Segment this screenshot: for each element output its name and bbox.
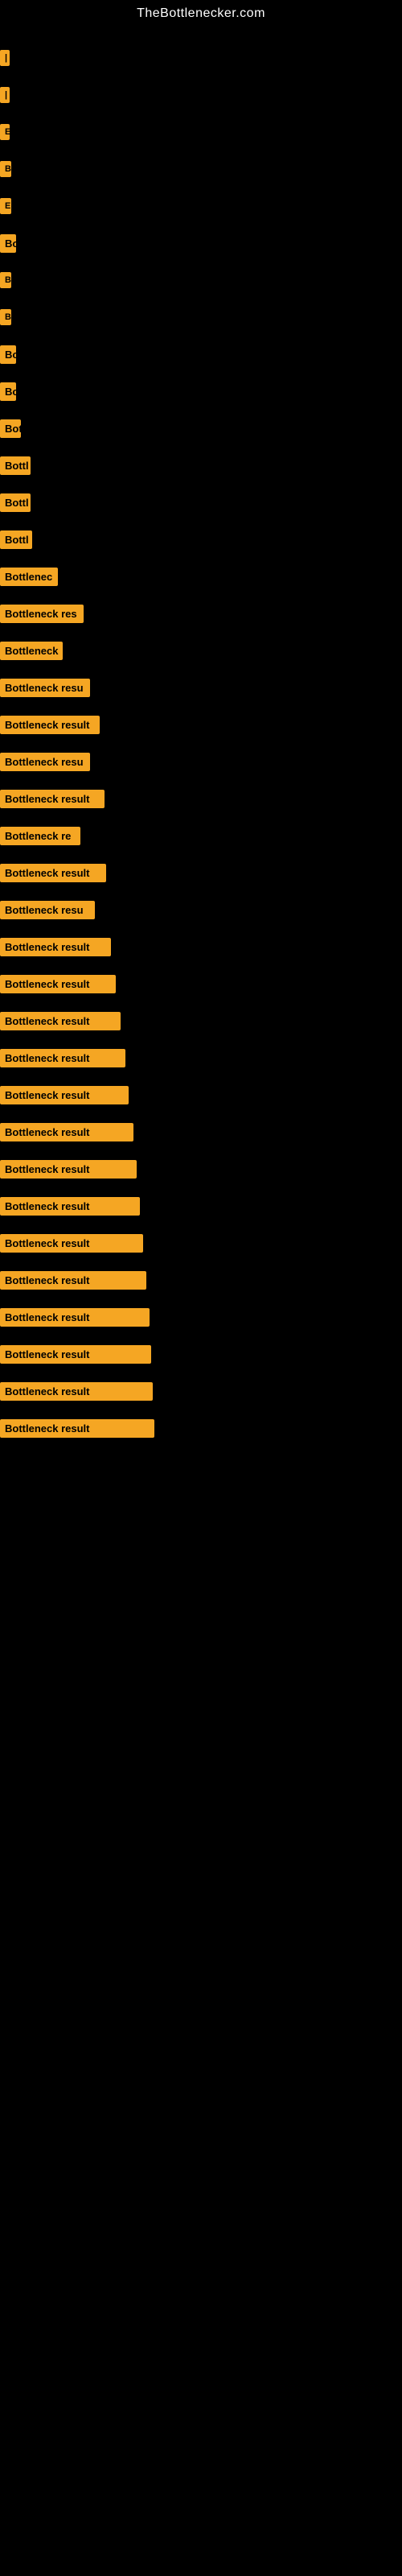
- bar-row: Bottleneck resu: [0, 892, 402, 927]
- bar-row: Bottleneck result: [0, 1262, 402, 1298]
- bar-row: Bottleneck result: [0, 1336, 402, 1372]
- bar-label: B: [0, 272, 11, 288]
- bar-row: Bottleneck result: [0, 1040, 402, 1075]
- bar-label: Bottleneck result: [0, 1419, 154, 1438]
- bar-label: Bottleneck result: [0, 790, 105, 808]
- bar-label: Bottleneck resu: [0, 679, 90, 697]
- bar-row: Bottleneck result: [0, 1077, 402, 1113]
- bar-label: Bottleneck result: [0, 1234, 143, 1253]
- bar-label: Bottleneck re: [0, 827, 80, 845]
- bar-label: Bottleneck result: [0, 716, 100, 734]
- bar-row: Bo: [0, 225, 402, 261]
- bar-row: Bottl: [0, 448, 402, 483]
- bar-row: |: [0, 77, 402, 113]
- bar-row: E: [0, 114, 402, 150]
- bar-label: Bo: [0, 345, 16, 364]
- bar-label: Bottleneck result: [0, 1271, 146, 1290]
- bar-row: |: [0, 40, 402, 76]
- bar-row: Bottleneck result: [0, 1114, 402, 1150]
- bar-label: Bottleneck result: [0, 1086, 129, 1104]
- bars-container: | | E B E Bo B B Bo Bo Bot Bottl Bottl Bottl Bottlenec…: [0, 24, 402, 1447]
- bar-label: Bottleneck result: [0, 1345, 151, 1364]
- bar-row: E: [0, 188, 402, 224]
- bar-label: Bot: [0, 419, 21, 438]
- bar-label: Bottleneck res: [0, 605, 84, 623]
- site-title: TheBottlenecker.com: [0, 0, 402, 24]
- bar-row: Bottleneck result: [0, 1373, 402, 1409]
- bar-row: Bottleneck result: [0, 1410, 402, 1446]
- bar-row: Bottleneck result: [0, 1188, 402, 1224]
- bar-label: Bottleneck result: [0, 1049, 125, 1067]
- bar-row: Bottleneck result: [0, 781, 402, 816]
- bar-row: Bottlenec: [0, 559, 402, 594]
- bar-label: Bo: [0, 382, 16, 401]
- bar-row: Bo: [0, 336, 402, 372]
- bar-label: Bottleneck result: [0, 1308, 150, 1327]
- bar-row: Bottleneck result: [0, 966, 402, 1001]
- bar-label: Bo: [0, 234, 16, 253]
- bar-label: Bottleneck result: [0, 1382, 153, 1401]
- bar-row: Bottleneck result: [0, 929, 402, 964]
- bar-row: Bottleneck res: [0, 596, 402, 631]
- bar-label: B: [0, 309, 11, 325]
- bar-label: Bottlenec: [0, 568, 58, 586]
- bar-row: Bottleneck result: [0, 707, 402, 742]
- bar-label: Bottleneck: [0, 642, 63, 660]
- bar-label: E: [0, 198, 11, 214]
- bar-row: Bottl: [0, 522, 402, 557]
- bar-label: Bottl: [0, 456, 31, 475]
- bar-row: Bottleneck result: [0, 1225, 402, 1261]
- bar-row: Bottleneck result: [0, 855, 402, 890]
- bar-label: Bottleneck result: [0, 975, 116, 993]
- bar-label: B: [0, 161, 11, 177]
- bar-label: Bottleneck result: [0, 1012, 121, 1030]
- bar-row: Bot: [0, 411, 402, 446]
- bar-label: |: [0, 50, 10, 66]
- bar-label: Bottleneck resu: [0, 753, 90, 771]
- bar-row: Bottl: [0, 485, 402, 520]
- bar-row: Bottleneck: [0, 633, 402, 668]
- bar-label: E: [0, 124, 10, 140]
- bar-row: B: [0, 151, 402, 187]
- bar-row: Bottleneck result: [0, 1299, 402, 1335]
- bar-label: Bottleneck result: [0, 1123, 133, 1141]
- bar-row: Bo: [0, 374, 402, 409]
- bar-label: Bottleneck result: [0, 938, 111, 956]
- bar-row: Bottleneck resu: [0, 744, 402, 779]
- bar-label: Bottleneck result: [0, 1160, 137, 1179]
- bar-label: |: [0, 87, 10, 103]
- bar-label: Bottleneck resu: [0, 901, 95, 919]
- bar-label: Bottleneck result: [0, 864, 106, 882]
- bar-row: Bottleneck result: [0, 1003, 402, 1038]
- bar-label: Bottl: [0, 530, 32, 549]
- bar-row: Bottleneck result: [0, 1151, 402, 1187]
- bar-row: Bottleneck re: [0, 818, 402, 853]
- bar-row: B: [0, 299, 402, 335]
- bar-row: Bottleneck resu: [0, 670, 402, 705]
- bar-label: Bottleneck result: [0, 1197, 140, 1216]
- bar-row: B: [0, 262, 402, 298]
- bar-label: Bottl: [0, 493, 31, 512]
